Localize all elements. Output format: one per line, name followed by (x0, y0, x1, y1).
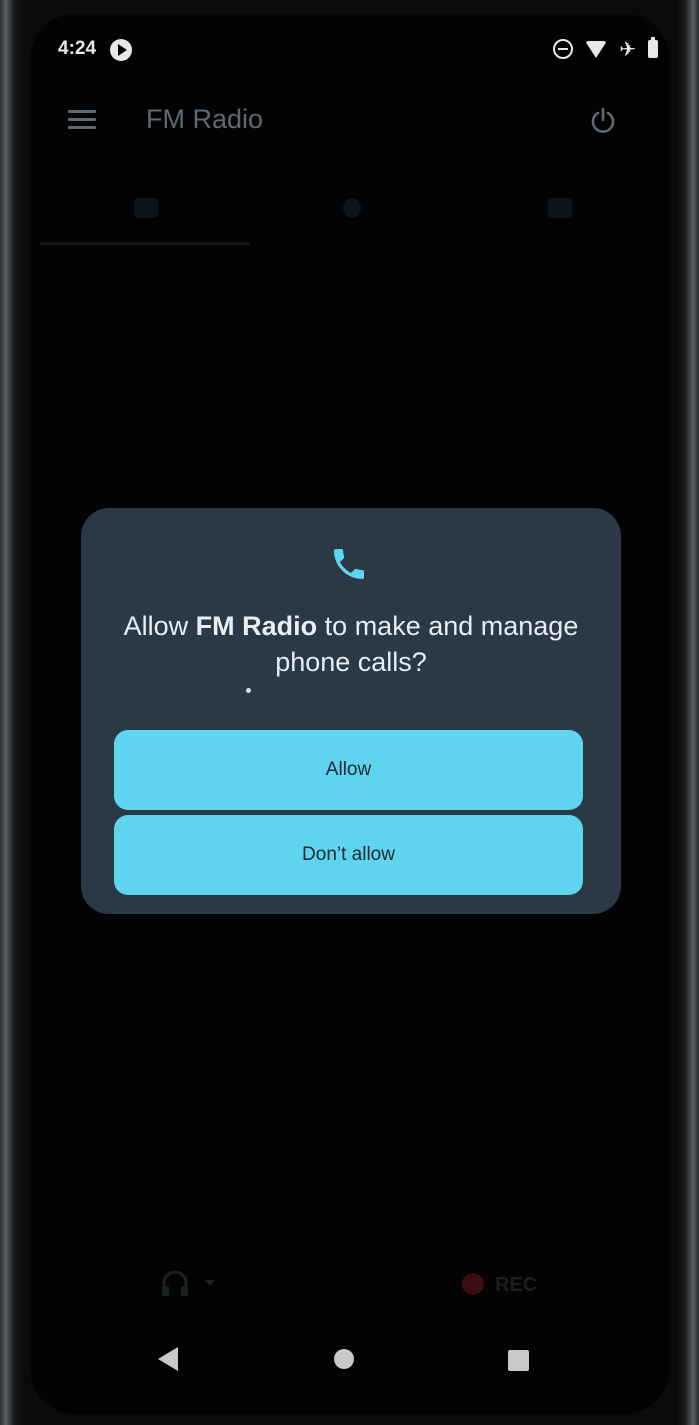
power-icon[interactable] (588, 106, 618, 136)
tuner-icon (343, 198, 361, 218)
rec-label[interactable]: REC (495, 1274, 537, 1297)
airplane-mode-icon: ✈ (619, 37, 636, 61)
phone-frame: 4:24 ✈ FM Radio Allow FM Radio to make a… (0, 0, 699, 1425)
screen: 4:24 ✈ FM Radio Allow FM Radio to make a… (30, 14, 670, 1414)
recents-icon[interactable] (508, 1350, 529, 1371)
allow-button[interactable]: Allow (114, 730, 583, 810)
permission-dialog: Allow FM Radio to make and manage phone … (81, 508, 621, 914)
tab-bar (30, 184, 670, 244)
heart-icon (548, 198, 572, 218)
battery-icon (648, 37, 658, 58)
dialog-dot (246, 688, 251, 693)
do-not-disturb-icon (553, 39, 574, 59)
record-icon[interactable] (462, 1273, 484, 1295)
phone-icon (334, 549, 364, 579)
tab-indicator (40, 242, 250, 245)
tab-tuner[interactable] (322, 194, 382, 224)
tab-favorites[interactable] (530, 194, 590, 224)
wifi-icon (585, 40, 608, 58)
app-title: FM Radio (146, 104, 264, 134)
media-play-icon (110, 39, 132, 61)
dialog-title-app: FM Radio (195, 611, 318, 641)
tab-stations[interactable] (116, 194, 176, 224)
status-icons: ✈ (553, 37, 658, 61)
home-icon[interactable] (334, 1349, 354, 1369)
dialog-title-prefix: Allow (123, 611, 196, 641)
back-icon[interactable] (158, 1347, 178, 1371)
status-time: 4:24 (58, 38, 97, 59)
menu-icon[interactable] (68, 110, 96, 130)
headphones-icon[interactable] (160, 1269, 190, 1297)
chevron-down-icon[interactable] (205, 1280, 215, 1286)
dialog-title: Allow FM Radio to make and manage phone … (101, 608, 601, 680)
radio-icon (134, 198, 158, 218)
dont-allow-button[interactable]: Don’t allow (114, 815, 583, 895)
dialog-title-suffix: to make and manage phone calls? (275, 611, 579, 677)
